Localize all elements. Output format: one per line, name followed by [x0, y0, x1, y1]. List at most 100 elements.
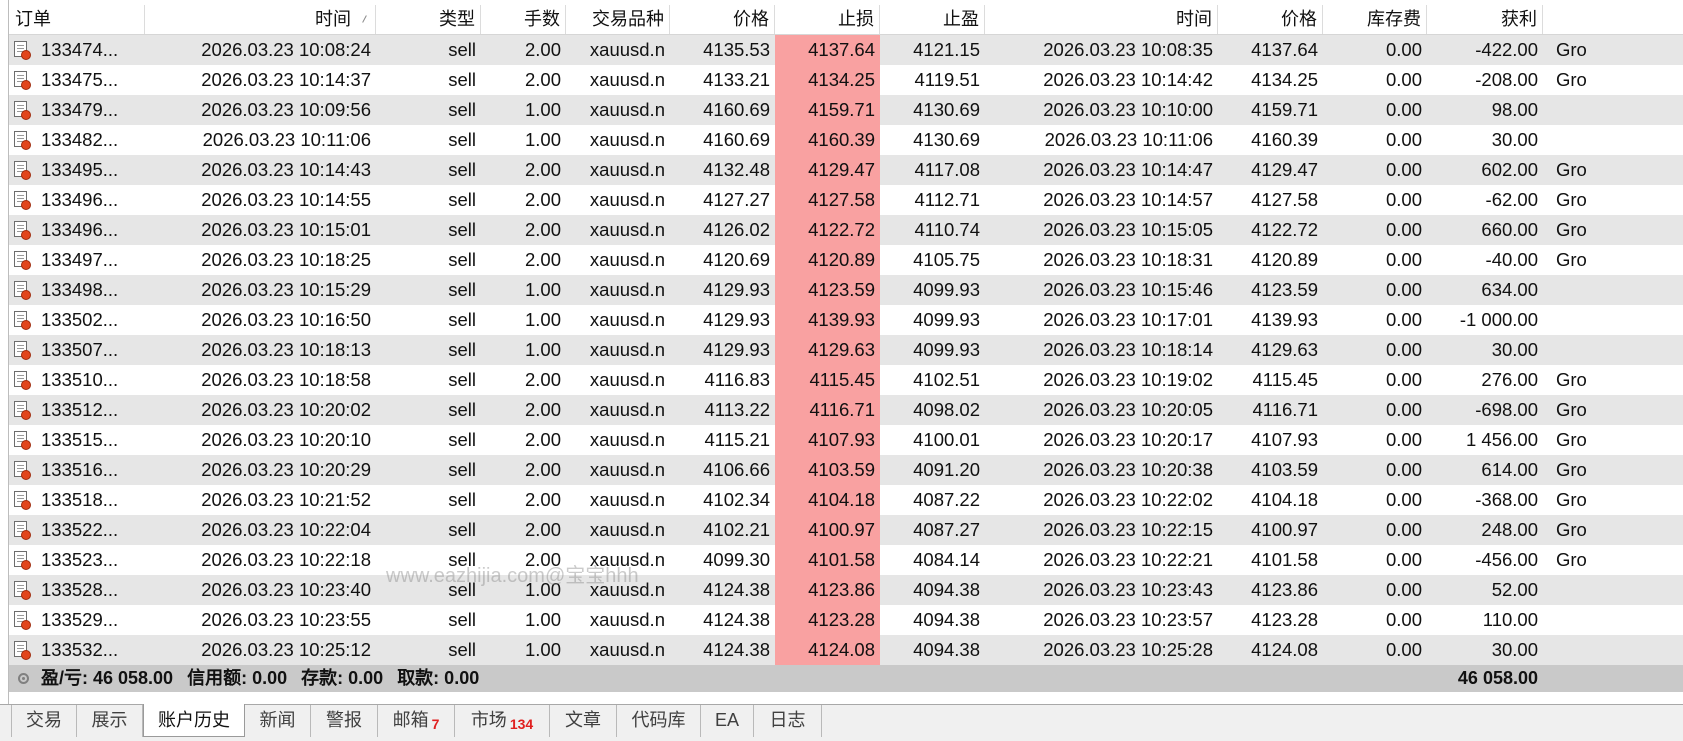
- comment-cell: Gro: [1556, 39, 1587, 60]
- table-row[interactable]: 133474... 2026.03.23 10:08:24 sell 2.00 xauu…: [9, 35, 1683, 65]
- order-cell: 133518...: [9, 485, 145, 515]
- header-close-price[interactable]: 价格: [1218, 5, 1323, 34]
- order-cell: 133532...: [9, 635, 145, 665]
- comment-cell: Gro: [1556, 489, 1587, 510]
- order-number: 133496...: [41, 189, 119, 210]
- sell-status-dot-icon: [21, 260, 31, 270]
- close-time-cell: 2026.03.23 10:18:14: [1043, 339, 1213, 360]
- take-profit-cell: 4121.15: [913, 39, 980, 60]
- open-time-cell: 2026.03.23 10:20:02: [201, 399, 371, 420]
- order-icon: [13, 611, 33, 631]
- close-time-cell: 2026.03.23 10:20:38: [1043, 459, 1213, 480]
- table-row[interactable]: 133497... 2026.03.23 10:18:25 sell 2.00 xauu…: [9, 245, 1683, 275]
- table-row[interactable]: 133518... 2026.03.23 10:21:52 sell 2.00 xauu…: [9, 485, 1683, 515]
- type-cell: sell: [448, 459, 476, 480]
- tab-exposure[interactable]: 展示: [77, 705, 143, 737]
- order-icon: [13, 371, 33, 391]
- header-take-profit[interactable]: 止盈: [880, 5, 985, 34]
- header-order[interactable]: 订单: [9, 5, 145, 34]
- header-stop-loss[interactable]: 止损: [775, 5, 880, 34]
- header-symbol[interactable]: 交易品种: [566, 5, 670, 34]
- tab-news[interactable]: 新闻: [245, 705, 311, 737]
- table-row[interactable]: 133522... 2026.03.23 10:22:04 sell 2.00 xauu…: [9, 515, 1683, 545]
- tab-trade[interactable]: 交易: [11, 705, 77, 737]
- order-cell: 133496...: [9, 185, 145, 215]
- order-number: 133497...: [41, 249, 119, 270]
- volume-cell: 1.00: [524, 129, 561, 150]
- table-row[interactable]: 133512... 2026.03.23 10:20:02 sell 2.00 xauu…: [9, 395, 1683, 425]
- type-cell: sell: [448, 99, 476, 120]
- table-row[interactable]: 133523... 2026.03.23 10:22:18 sell 2.00 xauu…: [9, 545, 1683, 575]
- swap-cell: 0.00: [1385, 189, 1422, 210]
- order-cell: 133479...: [9, 95, 145, 125]
- table-row[interactable]: 133516... 2026.03.23 10:20:29 sell 2.00 xauu…: [9, 455, 1683, 485]
- stop-loss-cell: 4120.89: [775, 245, 880, 275]
- table-row[interactable]: 133515... 2026.03.23 10:20:10 sell 2.00 xauu…: [9, 425, 1683, 455]
- tab-account-history[interactable]: 账户历史: [143, 704, 245, 737]
- table-row[interactable]: 133482... 2026.03.23 10:11:06 sell 1.00 xauu…: [9, 125, 1683, 155]
- header-close-time[interactable]: 时间: [985, 5, 1218, 34]
- header-open-price[interactable]: 价格: [670, 5, 775, 34]
- table-row[interactable]: 133475... 2026.03.23 10:14:37 sell 2.00 xauu…: [9, 65, 1683, 95]
- stop-loss-cell: 4101.58: [775, 545, 880, 575]
- close-time-cell: 2026.03.23 10:17:01: [1043, 309, 1213, 330]
- tab-market[interactable]: 市场 134: [455, 705, 550, 737]
- open-price-cell: 4102.21: [703, 519, 770, 540]
- stop-loss-cell: 4159.71: [775, 95, 880, 125]
- close-time-cell: 2026.03.23 10:23:57: [1043, 609, 1213, 630]
- header-type[interactable]: 类型: [376, 5, 481, 34]
- close-price-cell: 4120.89: [1251, 249, 1318, 270]
- order-cell: 133474...: [9, 35, 145, 65]
- table-row[interactable]: 133529... 2026.03.23 10:23:55 sell 1.00 xauu…: [9, 605, 1683, 635]
- take-profit-cell: 4130.69: [913, 129, 980, 150]
- profit-cell: 614.00: [1481, 459, 1538, 480]
- open-price-cell: 4113.22: [704, 399, 771, 420]
- tab-journal[interactable]: 日志: [754, 705, 822, 737]
- swap-cell: 0.00: [1385, 519, 1422, 540]
- type-cell: sell: [448, 219, 476, 240]
- sell-status-dot-icon: [21, 80, 31, 90]
- close-price-cell: 4137.64: [1251, 39, 1318, 60]
- table-row[interactable]: 133498... 2026.03.23 10:15:29 sell 1.00 xauu…: [9, 275, 1683, 305]
- tab-articles[interactable]: 文章: [550, 705, 617, 737]
- symbol-cell: xauusd.n: [589, 39, 665, 60]
- header-comment[interactable]: [1543, 5, 1683, 34]
- table-row[interactable]: 133479... 2026.03.23 10:09:56 sell 1.00 xauu…: [9, 95, 1683, 125]
- table-row[interactable]: 133496... 2026.03.23 10:15:01 sell 2.00 xauu…: [9, 215, 1683, 245]
- header-open-time[interactable]: 时间: [145, 5, 376, 34]
- take-profit-cell: 4084.14: [913, 549, 980, 570]
- header-swap[interactable]: 库存费: [1323, 5, 1427, 34]
- order-cell: 133522...: [9, 515, 145, 545]
- tab-alerts[interactable]: 警报: [311, 705, 378, 737]
- symbol-cell: xauusd.n: [589, 159, 665, 180]
- tab-experts[interactable]: EA: [701, 705, 754, 737]
- summary-withdrawal: 取款: 0.00: [397, 668, 480, 688]
- header-volume[interactable]: 手数: [481, 5, 566, 34]
- table-row[interactable]: 133507... 2026.03.23 10:18:13 sell 1.00 xauu…: [9, 335, 1683, 365]
- summary-profit-loss: 盈/亏: 46 058.00: [41, 668, 174, 688]
- comment-cell: Gro: [1556, 249, 1587, 270]
- table-row[interactable]: 133532... 2026.03.23 10:25:12 sell 1.00 xauu…: [9, 635, 1683, 665]
- table-row[interactable]: 133495... 2026.03.23 10:14:43 sell 2.00 xauu…: [9, 155, 1683, 185]
- close-time-cell: 2026.03.23 10:18:31: [1043, 249, 1213, 270]
- take-profit-cell: 4091.20: [913, 459, 980, 480]
- open-price-cell: 4124.38: [703, 639, 770, 660]
- open-time-cell: 2026.03.23 10:15:01: [201, 219, 371, 240]
- order-icon: [13, 191, 33, 211]
- tab-mailbox[interactable]: 邮箱 7: [378, 705, 455, 737]
- stop-loss-cell: 4103.59: [775, 455, 880, 485]
- header-profit[interactable]: 获利: [1427, 5, 1543, 34]
- open-time-cell: 2026.03.23 10:08:24: [201, 39, 371, 60]
- open-time-cell: 2026.03.23 10:22:04: [201, 519, 371, 540]
- order-cell: 133495...: [9, 155, 145, 185]
- order-cell: 133498...: [9, 275, 145, 305]
- table-row[interactable]: 133528... 2026.03.23 10:23:40 sell 1.00 xauu…: [9, 575, 1683, 605]
- volume-cell: 2.00: [524, 189, 561, 210]
- volume-cell: 1.00: [524, 639, 561, 660]
- tab-code-base[interactable]: 代码库: [617, 705, 701, 737]
- table-row[interactable]: 133502... 2026.03.23 10:16:50 sell 1.00 xauu…: [9, 305, 1683, 335]
- type-cell: sell: [448, 39, 476, 60]
- table-row[interactable]: 133496... 2026.03.23 10:14:55 sell 2.00 xauu…: [9, 185, 1683, 215]
- comment-cell: Gro: [1556, 429, 1587, 450]
- table-row[interactable]: 133510... 2026.03.23 10:18:58 sell 2.00 xauu…: [9, 365, 1683, 395]
